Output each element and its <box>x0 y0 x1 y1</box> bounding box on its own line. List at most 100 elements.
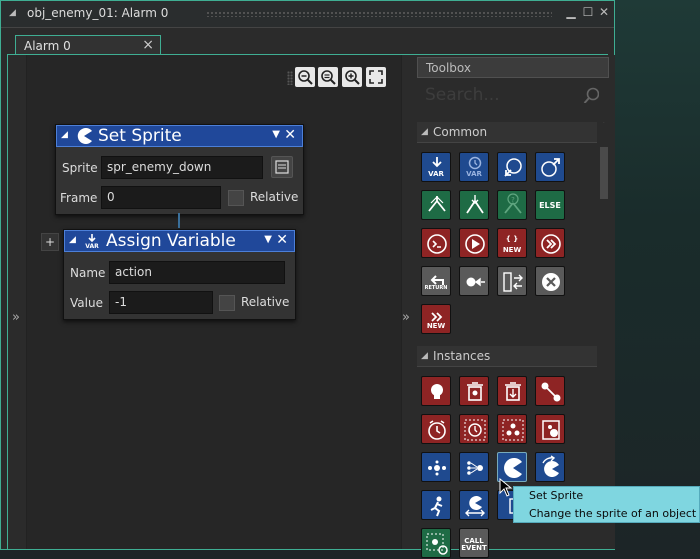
block-close-icon[interactable]: ✕ <box>276 232 288 248</box>
zoom-in-icon[interactable] <box>342 67 362 87</box>
frame-field[interactable]: 0 <box>101 186 221 209</box>
section-common-label: Common <box>433 125 488 139</box>
name-field[interactable]: action <box>109 261 285 284</box>
set-sprite-icon <box>77 128 92 144</box>
lightbulb-icon[interactable] <box>421 376 451 406</box>
assign-variable-title: Assign Variable <box>106 231 236 251</box>
section-instances[interactable]: ◢ Instances <box>417 346 597 367</box>
if-variable-icon[interactable] <box>421 190 451 220</box>
exit-event-icon[interactable] <box>421 228 451 258</box>
function-call-icon[interactable] <box>535 152 565 182</box>
tooltip-title: Set Sprite <box>529 489 584 502</box>
name-label: Name <box>70 266 106 280</box>
relative-checkbox[interactable] <box>219 295 235 311</box>
fullscreen-icon[interactable] <box>366 67 386 87</box>
instance-exists-icon[interactable] <box>535 414 565 444</box>
struct-braces-label: { } <box>505 235 519 243</box>
set-sprite-block[interactable]: ◢ Set Sprite ▼ ✕ Sprite spr_enemy_down F… <box>55 124 304 215</box>
sprite-picker-icon[interactable] <box>271 156 293 178</box>
window-titlebar[interactable]: ◢ obj_enemy_01: Alarm 0 ▁ ☐ ✕ <box>1 1 614 28</box>
tab-close-icon[interactable]: × <box>142 37 154 53</box>
block-menu-icon[interactable]: ▼ <box>264 234 272 245</box>
relative-checkbox[interactable] <box>228 190 244 206</box>
declare-temp-label: VAR <box>428 170 444 178</box>
function-define-icon[interactable] <box>459 266 489 296</box>
destroy-instance-icon[interactable] <box>459 376 489 406</box>
swap-icon[interactable] <box>497 266 527 296</box>
return-icon[interactable]: RETURN <box>421 266 451 296</box>
declare-temp-icon[interactable]: VAR <box>421 152 451 182</box>
sprite-rotate-icon[interactable] <box>535 452 565 482</box>
svg-text:VAR: VAR <box>85 243 99 249</box>
section-common[interactable]: ◢ Common <box>417 122 597 143</box>
svg-text:?: ? <box>511 196 515 204</box>
collapse-triangle-icon[interactable]: ◢ <box>9 8 16 18</box>
block-menu-icon[interactable]: ▼ <box>272 129 280 140</box>
expand-left-icon[interactable]: » <box>12 310 20 325</box>
if-expression-icon[interactable] <box>459 190 489 220</box>
block-connector <box>178 213 180 228</box>
run-script-icon[interactable] <box>497 152 527 182</box>
maximize-icon[interactable]: ☐ <box>581 5 595 19</box>
relative-label: Relative <box>250 190 299 204</box>
toolbox-search[interactable]: Search... <box>417 81 609 109</box>
instance-target-icon[interactable] <box>421 528 451 558</box>
running-figure-icon[interactable] <box>421 490 451 520</box>
assign-variable-header[interactable]: ◢ VAR Assign Variable ▼ ✕ <box>64 230 295 252</box>
close-circle-icon[interactable] <box>535 266 565 296</box>
toolbox-panel: Toolbox Search... ◢ Common VAR VAR ? ELS… <box>417 55 615 558</box>
toolbox-scroll-thumb[interactable] <box>600 147 608 199</box>
titlebar-grip[interactable] <box>206 11 552 17</box>
value-label: Value <box>70 296 103 310</box>
left-collapse-column: » <box>8 55 25 549</box>
relative-label: Relative <box>241 295 290 309</box>
new-struct-label: NEW <box>502 246 522 254</box>
tooltip-description: Change the sprite of an object <box>529 507 697 520</box>
toolbox-title: Toolbox <box>426 61 471 75</box>
sprite-flip-icon[interactable] <box>459 490 489 520</box>
return-label: RETURN <box>424 285 448 291</box>
else-icon[interactable]: ELSE <box>535 190 565 220</box>
get-variable-icon[interactable]: VAR <box>459 152 489 182</box>
break-new-icon[interactable]: NEW <box>421 304 451 334</box>
new-struct-icon[interactable]: { } NEW <box>497 228 527 258</box>
collapse-toolbox-icon[interactable]: » <box>402 310 410 325</box>
play-icon[interactable] <box>459 228 489 258</box>
event-label: EVENT <box>461 544 487 552</box>
instance-path-icon[interactable] <box>535 376 565 406</box>
zoom-out-icon[interactable] <box>295 67 315 87</box>
destroy-at-icon[interactable] <box>497 376 527 406</box>
block-collapse-icon[interactable]: ◢ <box>69 235 76 245</box>
fast-forward-icon[interactable] <box>535 228 565 258</box>
search-input[interactable]: Search... <box>425 85 500 105</box>
instance-count-icon[interactable] <box>497 414 527 444</box>
window-title: obj_enemy_01: Alarm 0 <box>27 6 169 20</box>
section-collapse-icon: ◢ <box>421 127 428 137</box>
zoom-reset-icon[interactable] <box>318 67 338 87</box>
call-event-icon[interactable]: CALL EVENT <box>459 528 489 558</box>
break-new-label: NEW <box>426 322 446 330</box>
tab-label: Alarm 0 <box>24 39 71 53</box>
block-close-icon[interactable]: ✕ <box>284 127 296 143</box>
get-alarm-icon[interactable] <box>459 414 489 444</box>
value-field[interactable]: -1 <box>109 291 213 314</box>
block-collapse-icon[interactable]: ◢ <box>61 130 68 140</box>
search-icon <box>583 87 599 103</box>
sprite-field[interactable]: spr_enemy_down <box>101 156 263 179</box>
minimize-icon[interactable]: ▁ <box>564 5 578 19</box>
if-undefined-icon[interactable]: ? <box>497 190 527 220</box>
set-sprite-header[interactable]: ◢ Set Sprite ▼ ✕ <box>56 125 303 147</box>
tab-alarm-0[interactable]: Alarm 0 × <box>15 35 161 55</box>
zoom-toolbar-grip[interactable] <box>287 71 293 85</box>
add-action-icon[interactable]: + <box>41 233 59 251</box>
instance-dots-icon[interactable] <box>421 452 451 482</box>
close-window-icon[interactable]: ✕ <box>597 5 611 19</box>
alarm-clock-icon[interactable] <box>421 414 451 444</box>
set-sprite-title: Set Sprite <box>98 126 182 146</box>
else-label: ELSE <box>539 201 561 210</box>
assign-variable-block[interactable]: ◢ VAR Assign Variable ▼ ✕ Name action Va… <box>63 229 296 320</box>
instance-merge-icon[interactable] <box>459 452 489 482</box>
assign-variable-icon: VAR <box>85 234 99 249</box>
get-variable-label: VAR <box>466 170 482 178</box>
frame-label: Frame <box>60 191 98 205</box>
